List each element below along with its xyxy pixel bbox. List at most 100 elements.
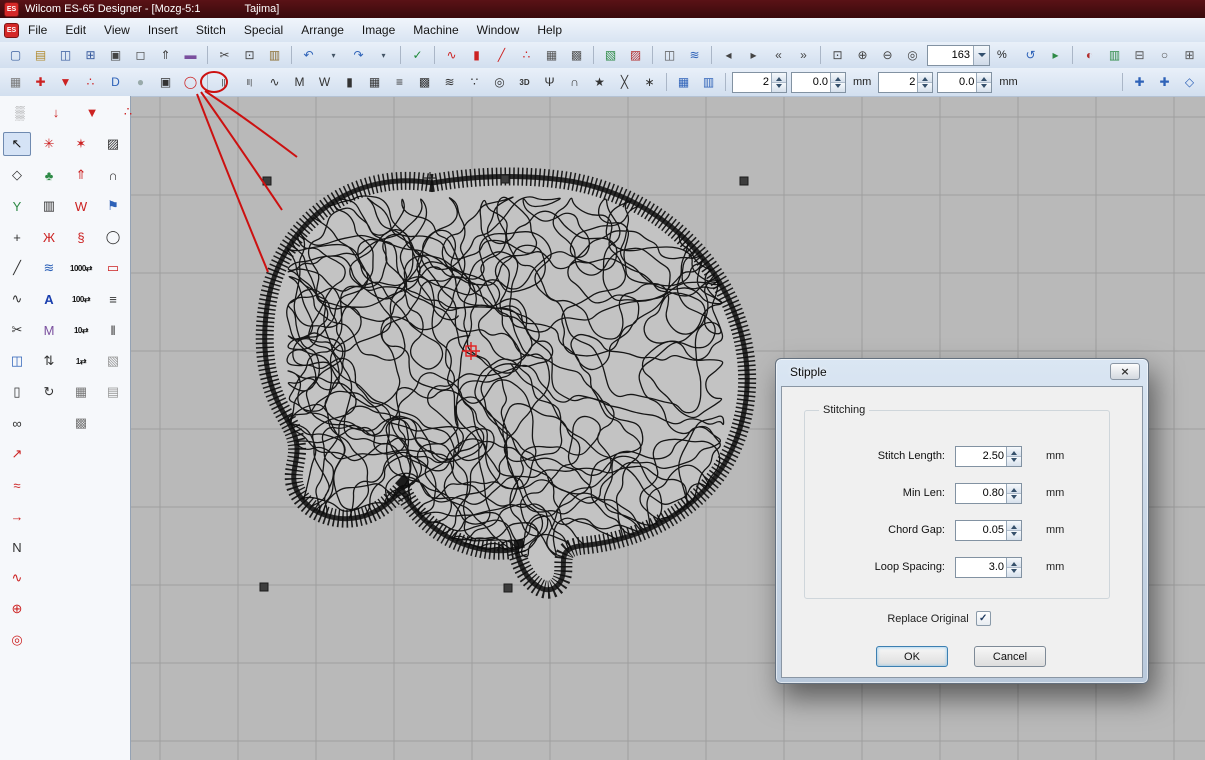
lettering-tool[interactable]: A: [35, 287, 63, 311]
stem-tool[interactable]: W: [67, 194, 95, 218]
pattern-icon[interactable]: ▩: [413, 71, 436, 94]
small-flower-tool[interactable]: ✶: [67, 132, 95, 156]
auto-color-icon[interactable]: ◐: [1078, 44, 1101, 67]
menu-arrange[interactable]: Arrange: [292, 19, 353, 41]
undo-dropdown-icon[interactable]: ▾: [322, 44, 345, 67]
jagged-run-tool[interactable]: ≈: [3, 473, 31, 497]
overlap-objects-icon[interactable]: ◫: [658, 44, 681, 67]
menu-window[interactable]: Window: [468, 19, 529, 41]
zigzag-stitch-icon[interactable]: ∿: [440, 44, 463, 67]
stitches-view-icon[interactable]: ∴: [79, 71, 102, 94]
underlay-length-input[interactable]: [792, 73, 830, 92]
raised-satin-icon[interactable]: ≡: [388, 71, 411, 94]
zigzag-tool[interactable]: ∿: [3, 287, 31, 311]
kiosk-tool[interactable]: ⇅: [35, 349, 63, 373]
motif-run-tool[interactable]: →: [3, 504, 31, 528]
chord-gap-spin-up[interactable]: [1007, 521, 1021, 531]
underlay-spacing-spin-down[interactable]: [772, 83, 786, 92]
write-to-card-icon[interactable]: ▬: [179, 44, 202, 67]
measure-tool[interactable]: +: [3, 225, 31, 249]
fabric-swatch-icon[interactable]: ▒: [6, 100, 34, 124]
selection-handle[interactable]: [740, 177, 748, 185]
run-stitch-icon[interactable]: ╱: [490, 44, 513, 67]
stitch-length-spin-up[interactable]: [1007, 447, 1021, 457]
underlay-length-spin-up[interactable]: [831, 73, 845, 83]
satin-stitch-icon[interactable]: ▮: [465, 44, 488, 67]
zoom-box-icon[interactable]: ⊡: [826, 44, 849, 67]
auto-arrange-tool[interactable]: ↻: [35, 380, 63, 404]
underlay-length-spin-down[interactable]: [831, 83, 845, 92]
ellipse-tool[interactable]: ◯: [99, 225, 127, 249]
pull-comp-width-field[interactable]: [937, 72, 992, 93]
selection-handle[interactable]: [263, 177, 271, 185]
zoom-dropdown-icon[interactable]: [973, 46, 989, 65]
ghost-outline-icon[interactable]: ●: [129, 71, 152, 94]
pattern-a-tool[interactable]: ▦: [67, 380, 95, 404]
underlay-length-field[interactable]: [791, 72, 846, 93]
parallel-tool[interactable]: ‖: [99, 318, 127, 342]
pull-comp-width-input[interactable]: [938, 73, 976, 92]
pattern-stamp-icon[interactable]: ▦: [672, 71, 695, 94]
zoom-whole-design-icon[interactable]: ◎: [901, 44, 924, 67]
weave-tool[interactable]: Ж: [35, 225, 63, 249]
pull-comp-input[interactable]: [879, 73, 917, 92]
underlay-spacing-input[interactable]: [733, 73, 771, 92]
copy-icon[interactable]: ⊡: [238, 44, 261, 67]
menu-insert[interactable]: Insert: [139, 19, 187, 41]
stipple-run-icon[interactable]: ▣: [154, 71, 177, 94]
needle-points-icon[interactable]: ✚: [29, 71, 52, 94]
selection-handle[interactable]: [501, 175, 509, 183]
min-length-input[interactable]: [956, 484, 1006, 503]
rotate-design-icon[interactable]: ◇: [1178, 71, 1201, 94]
design-view-icon[interactable]: D: [104, 71, 127, 94]
slow-redraw-icon[interactable]: ▸: [1044, 44, 1067, 67]
menu-view[interactable]: View: [95, 19, 139, 41]
sculpture-run-icon[interactable]: ∿: [263, 71, 286, 94]
candlewick-icon[interactable]: ∗: [638, 71, 661, 94]
end-design-icon[interactable]: »: [792, 44, 815, 67]
stitch-length-spin-down[interactable]: [1007, 457, 1021, 466]
scissors-tool[interactable]: ✂: [3, 318, 31, 342]
satin-icon[interactable]: ▮: [338, 71, 361, 94]
cancel-button[interactable]: Cancel: [974, 646, 1046, 667]
connectors-icon[interactable]: ▼: [54, 71, 77, 94]
underlay-spacing-field[interactable]: [732, 72, 787, 93]
undo-icon[interactable]: ↶: [297, 44, 320, 67]
auto-digitize-icon[interactable]: ✓: [406, 44, 429, 67]
export-machine-file-icon[interactable]: ⇑: [154, 44, 177, 67]
cross-fill-icon[interactable]: ╳: [613, 71, 636, 94]
flower-tool[interactable]: ✳: [35, 132, 63, 156]
menu-special[interactable]: Special: [235, 19, 292, 41]
star-fill-icon[interactable]: ★: [588, 71, 611, 94]
min-length-spin-up[interactable]: [1007, 484, 1021, 494]
next-color-icon[interactable]: ▸: [742, 44, 765, 67]
save-design-icon[interactable]: ◫: [54, 44, 77, 67]
chord-gap-field[interactable]: [955, 520, 1022, 541]
pull-comp-field[interactable]: [878, 72, 933, 93]
stemstitch-icon[interactable]: W: [313, 71, 336, 94]
3d-effect-icon[interactable]: 3D: [513, 71, 536, 94]
trapunto-icon[interactable]: ∩: [563, 71, 586, 94]
lift-tool[interactable]: ⇑: [67, 163, 95, 187]
plant-tool[interactable]: ♣: [35, 163, 63, 187]
hoop-icon[interactable]: ○: [1153, 44, 1176, 67]
select-tool[interactable]: ↖: [3, 132, 31, 156]
columns-tool[interactable]: ▥: [35, 194, 63, 218]
new-design-icon[interactable]: ▢: [4, 44, 27, 67]
flag-tool[interactable]: ⚑: [99, 194, 127, 218]
gray-block-tool[interactable]: ▤: [99, 380, 127, 404]
thread-chart-icon[interactable]: ▨: [624, 44, 647, 67]
menu-machine[interactable]: Machine: [404, 19, 467, 41]
min-length-spin-down[interactable]: [1007, 494, 1021, 503]
motif-stitch-icon[interactable]: ∴: [515, 44, 538, 67]
thread-down-icon[interactable]: ↓: [42, 100, 70, 124]
stairs-tool[interactable]: ≡: [99, 287, 127, 311]
design-film-icon[interactable]: ▥: [1103, 44, 1126, 67]
stitch-1-tool[interactable]: 1⇄: [67, 349, 95, 373]
polygon-select-tool[interactable]: ◇: [3, 163, 31, 187]
previous-color-icon[interactable]: ◂: [717, 44, 740, 67]
monogram-tool[interactable]: M: [35, 318, 63, 342]
design-pair-icon[interactable]: ⊟: [1128, 44, 1151, 67]
color-film-icon[interactable]: ▧: [599, 44, 622, 67]
insert-design-icon[interactable]: ⊞: [79, 44, 102, 67]
